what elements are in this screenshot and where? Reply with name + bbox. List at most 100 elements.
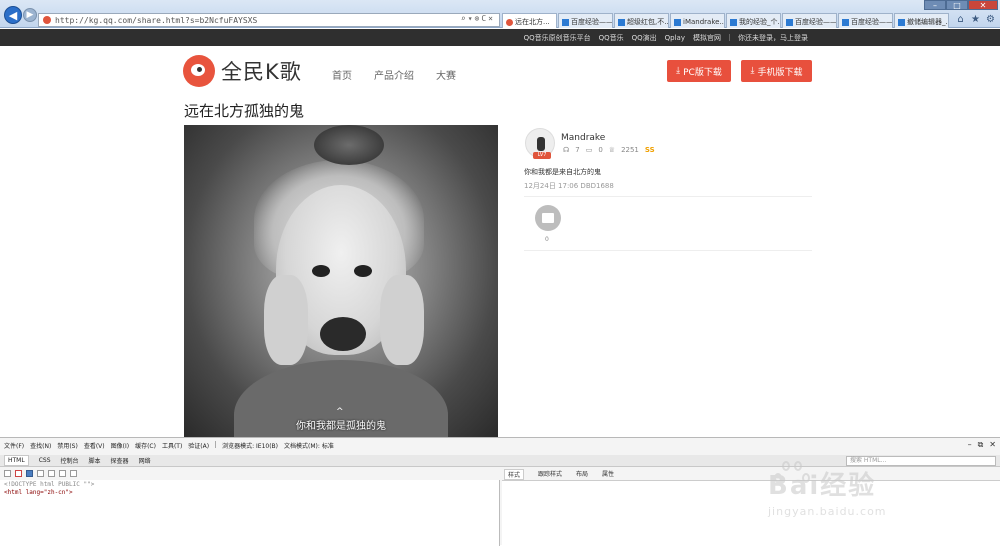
tab-3[interactable]: iMandrake... xyxy=(670,13,725,28)
tab-script[interactable]: 脚本 xyxy=(89,456,101,465)
dom-line[interactable]: <!DOCTYPE html PUBLIC ""> xyxy=(4,481,495,489)
trophy-icon: ♕ xyxy=(608,146,616,154)
devtools-menu-item[interactable]: 禁用(S) xyxy=(57,441,78,450)
devtools-toolbar xyxy=(4,470,77,477)
divider xyxy=(524,250,812,251)
logo-text: 全民K歌 xyxy=(221,60,302,84)
tab-profiler[interactable]: 探查器 xyxy=(111,456,129,465)
save-icon[interactable] xyxy=(26,470,33,477)
tab-layout[interactable]: 布局 xyxy=(576,469,588,480)
devtools-menu-item[interactable]: 文件(F) xyxy=(4,441,24,450)
watermark-url: jingyan.baidu.com xyxy=(768,505,887,518)
devtools-menu-item[interactable]: 浏览器模式: IE10(B) xyxy=(222,441,278,450)
tab-network[interactable]: 网络 xyxy=(139,456,151,465)
lyric-line: 你和我都是孤独的鬼 xyxy=(296,421,386,432)
gift-total: 2251 xyxy=(621,146,639,154)
favorites-star-icon[interactable]: ★ xyxy=(970,14,981,25)
tab-css[interactable]: CSS xyxy=(39,457,51,464)
qq-favicon-icon xyxy=(43,16,51,24)
site-link[interactable]: QQ音乐原创音乐平台 xyxy=(524,33,591,43)
site-link[interactable]: 模拟官网 xyxy=(693,33,721,43)
back-button[interactable]: ◀ xyxy=(4,6,22,24)
pc-download-button[interactable]: ⤓ PC版下载 xyxy=(667,60,731,82)
devtools-menu-item[interactable]: 查看(V) xyxy=(84,441,105,450)
minimize-button[interactable]: – xyxy=(924,0,946,10)
baidu-favicon-icon xyxy=(562,18,569,26)
nav-item-home[interactable]: 首页 xyxy=(332,67,352,82)
minimize-icon[interactable]: – xyxy=(968,440,972,450)
song-title: 远在北方孤独的鬼 xyxy=(184,102,305,120)
download-arrow-icon: ⤓ xyxy=(750,66,755,76)
nav-item-contest[interactable]: 大赛 xyxy=(436,67,456,82)
rank-badge: SS xyxy=(644,146,655,154)
browser-toolbar-icons: ⌂ ★ ⚙ xyxy=(955,14,996,25)
home-icon[interactable]: ⌂ xyxy=(955,14,966,25)
download-arrow-icon: ⤓ xyxy=(676,66,681,76)
site-link[interactable]: QQ音乐 xyxy=(599,33,624,43)
song-cover-image[interactable]: ^ 你和我都是孤独的鬼 xyxy=(184,125,498,437)
devtools-style-tabs: 样式 跟踪样式 布局 属性 xyxy=(504,469,614,480)
gift-icon[interactable] xyxy=(535,205,561,231)
tab-html[interactable]: HTML xyxy=(4,455,29,466)
listen-count: 7 xyxy=(575,146,580,154)
chevron-up-icon[interactable]: ^ xyxy=(336,407,344,417)
url-text: http://kg.qq.com/share.html?s=b2NcfuFAYS… xyxy=(55,15,258,25)
tab-5[interactable]: 百度经验—— xyxy=(782,13,837,28)
gear-icon[interactable]: ⚙ xyxy=(985,14,996,25)
login-link[interactable]: 马上登录 xyxy=(780,34,808,42)
level-badge: LV7 xyxy=(533,152,551,159)
forward-button[interactable]: ▶ xyxy=(23,8,37,22)
divider xyxy=(524,196,812,197)
baidu-favicon-icon xyxy=(618,18,625,26)
comment-count: 0 xyxy=(598,146,603,154)
qq-favicon-icon xyxy=(506,18,513,26)
username[interactable]: Mandrake xyxy=(561,133,605,143)
tab-0[interactable]: 远在北方... xyxy=(502,13,557,28)
headphones-icon: ☊ xyxy=(563,146,570,154)
edit-icon[interactable] xyxy=(59,470,66,477)
nav-item-product[interactable]: 产品介绍 xyxy=(374,67,414,82)
refresh-icon[interactable] xyxy=(37,470,44,477)
tab-console[interactable]: 控制台 xyxy=(61,456,79,465)
address-bar-tools-icon[interactable]: ⌕▾⊗C× xyxy=(461,14,495,23)
mobile-download-button[interactable]: ⤓ 手机版下载 xyxy=(741,60,812,82)
cover-eye-left xyxy=(312,265,330,277)
outline-icon[interactable] xyxy=(70,470,77,477)
browser-chrome: ◀ ▶ http://kg.qq.com/share.html?s=b2Ncfu… xyxy=(0,0,1000,28)
tab-6[interactable]: 百度经验—— xyxy=(838,13,893,28)
devtools-menu-item[interactable]: 工具(T) xyxy=(162,441,182,450)
close-window-button[interactable]: ✕ xyxy=(968,0,998,10)
tab-attributes[interactable]: 属性 xyxy=(602,469,614,480)
clear-icon[interactable] xyxy=(15,470,22,477)
watermark-brand: Bai经验 xyxy=(768,471,877,501)
dom-tree[interactable]: <!DOCTYPE html PUBLIC ""> <html lang="zh… xyxy=(0,480,500,546)
tab-7[interactable]: 撤储编辑器_... xyxy=(894,13,949,28)
baidu-favicon-icon xyxy=(730,18,737,26)
devtools-menu-item[interactable]: 缓存(C) xyxy=(135,441,156,450)
close-icon[interactable]: ✕ xyxy=(989,440,996,450)
tab-strip: 远在北方... 百度经验—— 超级红包,不... iMandrake... 我的… xyxy=(502,13,950,28)
maximize-button[interactable]: □ xyxy=(946,0,968,10)
devtools-menu-item[interactable]: 验证(A) xyxy=(188,441,209,450)
tab-4[interactable]: 我的经验_个... xyxy=(726,13,781,28)
gift-count: 0 xyxy=(545,236,549,243)
undock-icon[interactable]: ⧉ xyxy=(978,440,984,450)
dom-line[interactable]: <html lang="zh-cn"> xyxy=(4,489,495,497)
site-logo[interactable]: 全民K歌 xyxy=(183,55,302,87)
devtools-menu-item[interactable]: 查找(N) xyxy=(30,441,51,450)
site-link[interactable]: Qplay xyxy=(665,34,685,42)
address-bar[interactable]: http://kg.qq.com/share.html?s=b2NcfuFAYS… xyxy=(38,13,500,27)
login-status: 你还未登录，马上登录 xyxy=(738,33,808,42)
word-wrap-icon[interactable] xyxy=(48,470,55,477)
site-link[interactable]: QQ演出 xyxy=(632,33,657,43)
devtools-window-buttons: – ⧉ ✕ xyxy=(968,440,996,450)
devtools-menu-item[interactable]: 图像(I) xyxy=(111,441,129,450)
tab-styles[interactable]: 样式 xyxy=(504,469,525,480)
tab-2[interactable]: 超级红包,不... xyxy=(614,13,669,28)
tab-trace-styles[interactable]: 跟踪样式 xyxy=(538,469,562,480)
devtools-menu-item[interactable]: 文档模式(M): 标准 xyxy=(284,441,334,450)
baidu-favicon-icon xyxy=(786,18,793,26)
site-top-bar: QQ音乐原创音乐平台 QQ音乐 QQ演出 Qplay 模拟官网 你还未登录，马上… xyxy=(0,29,1000,46)
select-element-icon[interactable] xyxy=(4,470,11,477)
tab-1[interactable]: 百度经验—— xyxy=(558,13,613,28)
